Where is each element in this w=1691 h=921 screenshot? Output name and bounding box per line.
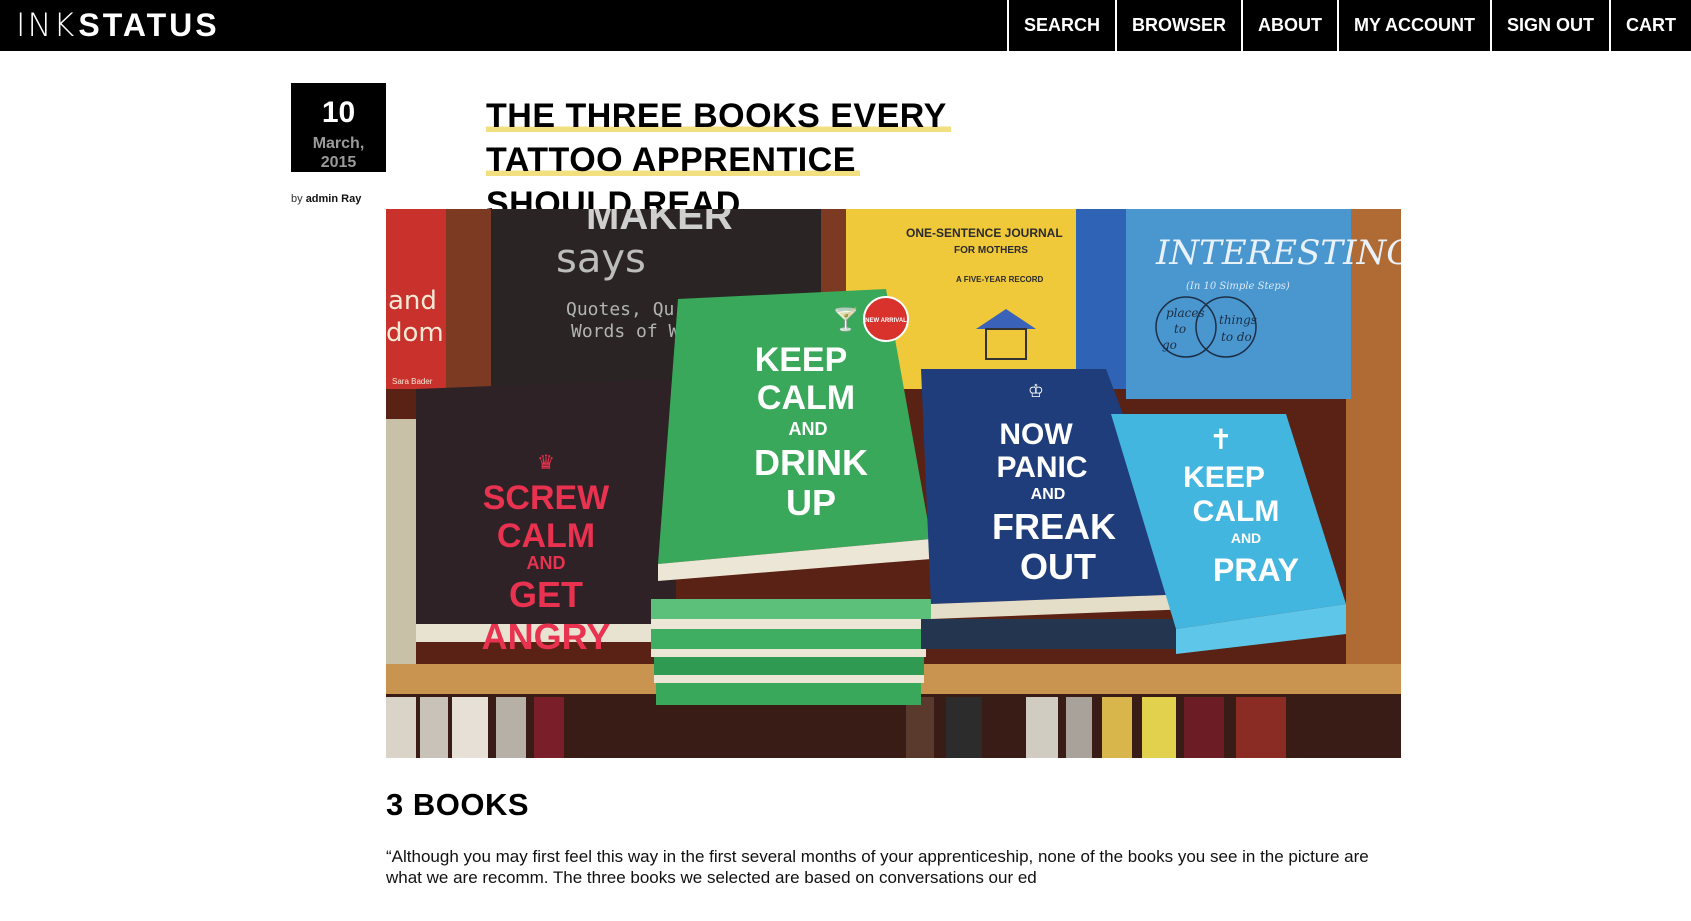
book-text: CALM <box>757 379 855 417</box>
book-text: SCREW <box>483 479 610 517</box>
book-text: FREAK <box>992 506 1116 547</box>
book-text: A FIVE-YEAR RECORD <box>956 275 1043 284</box>
book-text: NOW <box>999 418 1073 451</box>
main-nav: SEARCH BROWSER ABOUT MY ACCOUNT SIGN OUT… <box>1006 0 1691 51</box>
book-text: AND <box>789 419 828 439</box>
book-text: says <box>556 236 646 282</box>
nav-search[interactable]: SEARCH <box>1006 0 1115 51</box>
svg-text:🍸: 🍸 <box>832 306 859 333</box>
book-text: PRAY <box>1213 552 1299 588</box>
book-text: places <box>1166 306 1205 320</box>
book-text: INTERESTING <box>1155 233 1401 273</box>
book-text: Words of W <box>571 321 680 342</box>
book-text: Quotes, Qu <box>566 299 674 320</box>
post-byline: by admin Ray <box>291 193 361 205</box>
book-text: AND <box>1231 530 1261 546</box>
top-navigation-bar: INK STATUS SEARCH BROWSER ABOUT MY ACCOUN… <box>0 0 1691 51</box>
post-featured-image: MAKER says Quotes, Qu Words of W and dom… <box>386 209 1401 758</box>
book-text: CALM <box>497 517 595 555</box>
post-title-line: THE THREE BOOKS EVERY <box>486 97 951 135</box>
svg-text:♛: ♛ <box>537 452 555 474</box>
screw-calm-book: ♛ SCREW CALM AND GET ANGRY <box>386 379 676 664</box>
keep-calm-drink-up-stack: 🍸 KEEP CALM AND DRINK UP NEW ARRIVAL <box>651 289 931 705</box>
book-text: things <box>1219 313 1257 327</box>
book-text: AND <box>1031 486 1066 503</box>
post-date-box: 10 March, 2015 <box>291 83 386 172</box>
book-text: MAKER <box>586 209 733 238</box>
book-text: KEEP <box>1183 461 1265 494</box>
post-date-year: 2015 <box>320 154 357 171</box>
book-text: dom <box>386 318 444 348</box>
post-date-month: March, <box>312 135 365 152</box>
book-text: GET <box>509 574 583 615</box>
book-text: to <box>1174 322 1186 336</box>
nav-sign-out[interactable]: SIGN OUT <box>1489 0 1609 51</box>
book-text: Sara Bader <box>392 377 433 386</box>
book-text: to do <box>1221 330 1252 344</box>
book-text: ONE-SENTENCE JOURNAL <box>906 226 1063 240</box>
book-text: KEEP <box>755 341 848 379</box>
book-text: DRINK <box>754 442 868 483</box>
svg-text:♔: ♔ <box>1028 381 1044 402</box>
logo-text-thin: INK <box>16 6 77 44</box>
book-text: UP <box>786 482 836 523</box>
site-logo[interactable]: INK STATUS <box>16 6 220 44</box>
sticker-text: NEW ARRIVAL <box>865 318 907 324</box>
book-text: (In 10 Simple Steps) <box>1186 281 1290 292</box>
byline-author-link[interactable]: admin Ray <box>306 193 362 205</box>
post-excerpt: “Although you may first feel this way in… <box>386 847 1369 887</box>
svg-text:✝: ✝ <box>1209 423 1232 456</box>
post-title[interactable]: THE THREE BOOKS EVERY TATTOO APPRENTICE … <box>486 94 1006 226</box>
book-text: OUT <box>1020 546 1096 587</box>
post-title-line: TATTOO APPRENTICE <box>486 141 860 179</box>
book-text: ANGRY <box>482 616 611 657</box>
post-date-day: 10 <box>321 96 356 129</box>
nav-browser[interactable]: BROWSER <box>1114 0 1241 51</box>
logo-text-bold: STATUS <box>78 6 220 43</box>
nav-about[interactable]: ABOUT <box>1240 0 1337 51</box>
byline-prefix: by <box>291 193 303 205</box>
book-text: AND <box>527 553 566 573</box>
nav-cart[interactable]: CART <box>1609 0 1691 51</box>
book-text: and <box>388 286 437 316</box>
book-text: CALM <box>1193 495 1280 528</box>
book-text: go <box>1162 338 1177 352</box>
section-heading: 3 BOOKS <box>386 787 530 822</box>
book-text: FOR MOTHERS <box>954 245 1028 256</box>
book-text: PANIC <box>996 451 1087 484</box>
nav-my-account[interactable]: MY ACCOUNT <box>1336 0 1490 51</box>
